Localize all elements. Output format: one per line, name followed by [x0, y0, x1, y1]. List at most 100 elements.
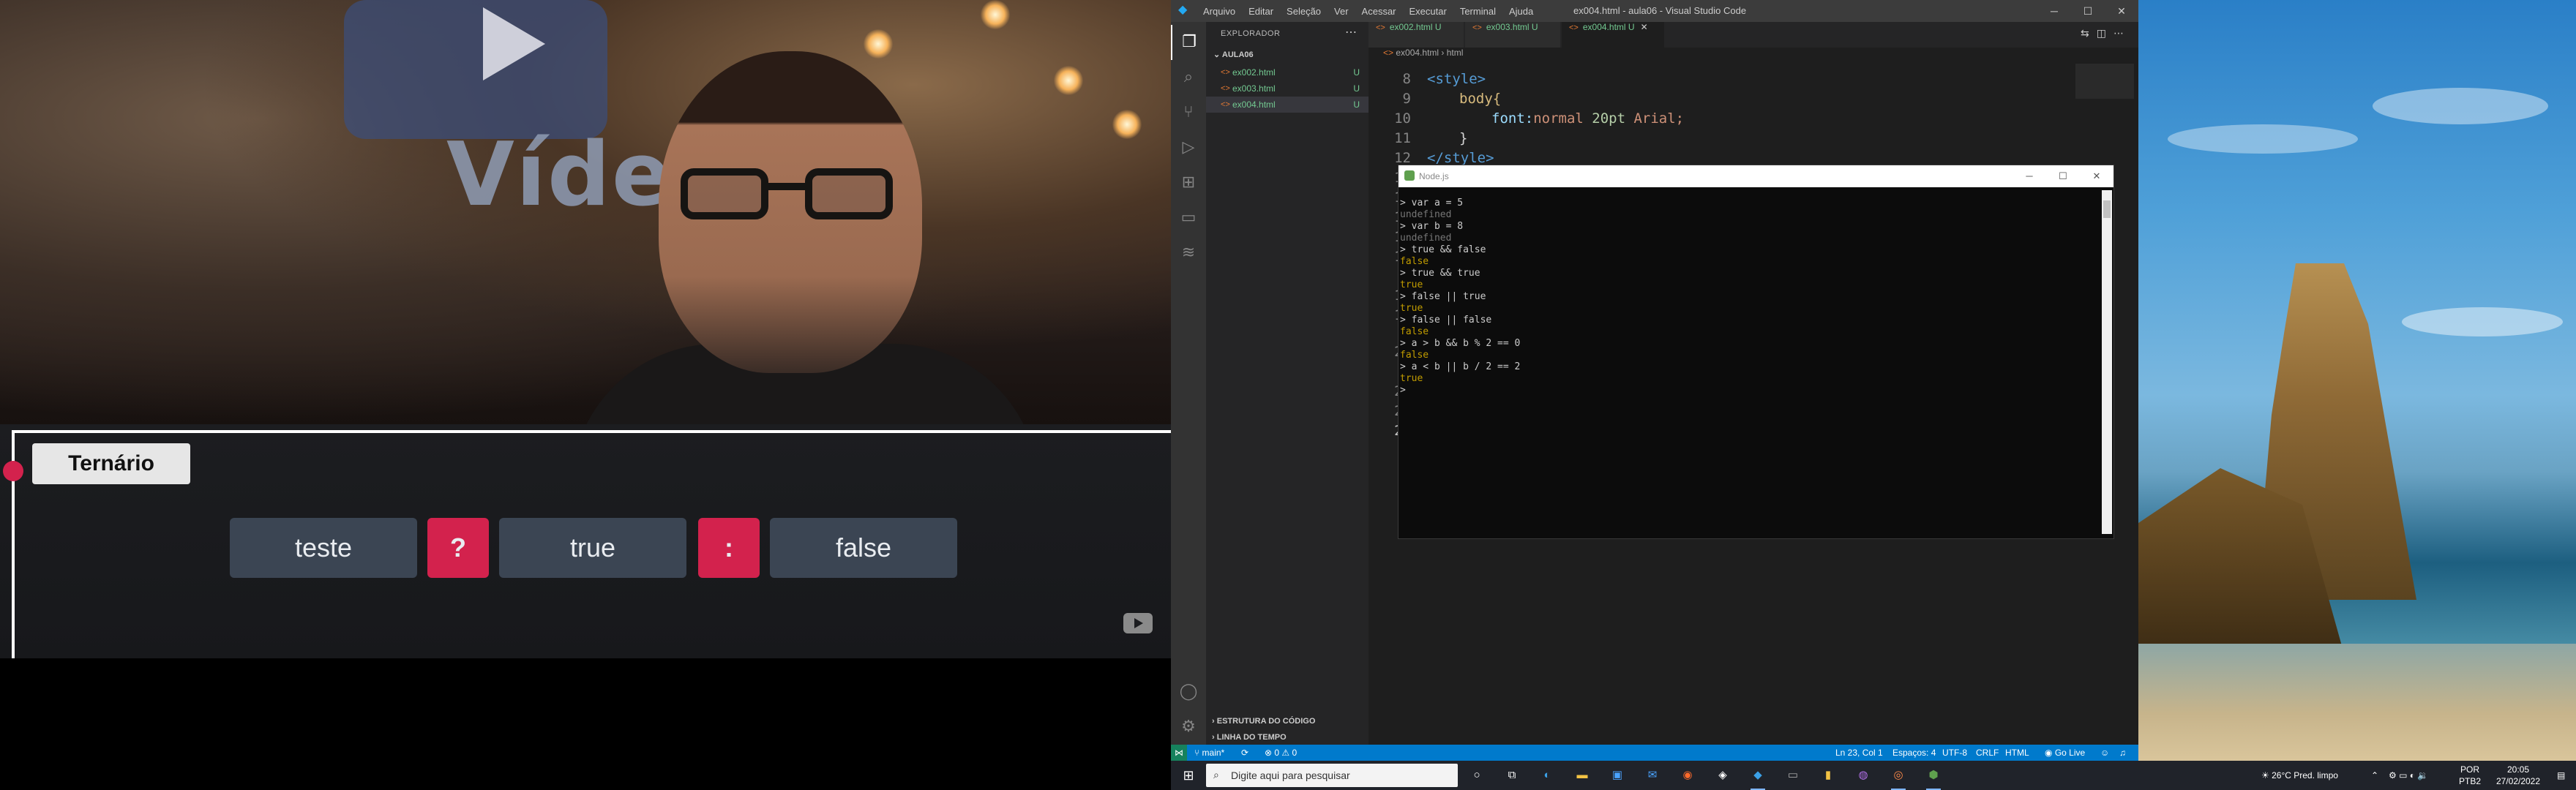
mail-icon[interactable]: ✉ [1642, 765, 1663, 786]
lamp-bulb-icon [1112, 110, 1142, 139]
notifications-bell-icon[interactable]: ♫ [2119, 745, 2126, 761]
system-tray: ☀ 26°C Pred. limpo ⌃ ⚙ ▭ ◐ 🔉 POR PTB2 20:… [2261, 761, 2576, 790]
nodejs-console-window[interactable]: Node.js ─ ☐ ✕ > var a = 5 undefined > var … [1398, 165, 2114, 539]
sync-icon[interactable]: ⟳ [1241, 745, 1248, 761]
html-file-icon: <> [1472, 23, 1482, 32]
wallpaper-cloud [2373, 88, 2548, 124]
language-mode[interactable]: HTML [2005, 745, 2029, 761]
console-line: undefined [1400, 209, 1452, 220]
node-minimize-icon[interactable]: ─ [2012, 165, 2046, 187]
breadcrumb-symbol[interactable]: html [1447, 48, 1464, 58]
node-maximize-icon[interactable]: ☐ [2046, 165, 2080, 187]
tab-ex002[interactable]: <> ex002.html U [1368, 22, 1464, 48]
node-title-bar[interactable]: Node.js ─ ☐ ✕ [1399, 165, 2113, 187]
encoding[interactable]: UTF-8 [1942, 745, 1967, 761]
menu-executar[interactable]: Executar [1409, 6, 1447, 17]
app-icon[interactable]: ◈ [1712, 765, 1733, 786]
console-line: > true && true [1400, 268, 1480, 279]
git-branch[interactable]: ⑂ main* [1194, 745, 1224, 761]
run-debug-icon[interactable]: ▷ [1171, 130, 1206, 165]
html-file-icon: <> [1221, 68, 1230, 77]
file-explorer-icon[interactable]: ▬ [1572, 765, 1592, 786]
html-file-icon: <> [1221, 100, 1230, 109]
go-live-button[interactable]: ◉ Go Live [2045, 745, 2085, 761]
video-frame[interactable]: Vídeo [0, 0, 1171, 424]
tab-ex003[interactable]: <> ex003.html U [1465, 22, 1560, 48]
file-ex002[interactable]: <> ex002.html U [1206, 64, 1368, 80]
console-scrollbar[interactable] [2102, 190, 2112, 534]
line-ending[interactable]: CRLF [1976, 745, 1999, 761]
overlay-divider [12, 430, 1171, 433]
maximize-icon[interactable]: ☐ [2071, 0, 2105, 22]
docker-icon[interactable]: ≋ [1171, 236, 1206, 271]
lamp-bulb-icon [981, 0, 1010, 29]
store-icon[interactable]: ▣ [1607, 765, 1628, 786]
code-line-11: } [1459, 130, 1468, 146]
terminal-icon[interactable]: ▭ [1783, 765, 1803, 786]
file-ex004[interactable]: <> ex004.html U [1206, 97, 1368, 113]
html-file-icon: <> [1221, 84, 1230, 93]
console-line: false [1400, 256, 1429, 267]
nodejs-taskbar-icon[interactable]: ⬢ [1923, 765, 1944, 790]
search-icon[interactable]: ⌕ [1171, 60, 1206, 95]
vscode-taskbar-icon[interactable]: ◆ [1748, 765, 1768, 790]
remote-indicator-icon[interactable]: ⋈ [1171, 745, 1187, 761]
settings-gear-icon[interactable]: ⚙ [1171, 710, 1206, 745]
task-view-icon[interactable]: ⧉ [1502, 765, 1522, 786]
breadcrumb-file[interactable]: ex004.html [1396, 48, 1439, 58]
scrollbar-thumb[interactable] [2103, 200, 2111, 218]
feedback-icon[interactable]: ☺ [2100, 745, 2109, 761]
edge-icon[interactable]: ◐ [1537, 765, 1557, 786]
video-player[interactable]: Vídeo Ternário teste ? true : false [0, 0, 1171, 790]
cursor-position[interactable]: Ln 23, Col 1 [1835, 745, 1883, 761]
menu-editar[interactable]: Editar [1248, 6, 1273, 17]
desktop-wallpaper[interactable] [2138, 0, 2576, 761]
chrome-icon[interactable]: ◎ [1888, 765, 1909, 790]
obs-icon[interactable]: ◍ [1853, 765, 1873, 786]
console-line: > [1400, 385, 1406, 396]
firefox-icon[interactable]: ◉ [1677, 765, 1698, 786]
line-number: 12 [1394, 150, 1411, 166]
outline-section[interactable]: › ESTRUTURA DO CÓDIGO [1212, 717, 1315, 726]
editor-tabs: <> ex002.html U <> ex003.html U <> ex004.ht… [1368, 22, 2138, 48]
tab-ex004[interactable]: <> ex004.html U ✕ [1562, 22, 1664, 48]
remote-explorer-icon[interactable]: ▭ [1171, 200, 1206, 236]
input-language[interactable]: POR PTB2 [2444, 764, 2496, 787]
indentation[interactable]: Espaços: 4 [1892, 745, 1936, 761]
problems-count[interactable]: ⊗ 0 ⚠ 0 [1265, 745, 1297, 761]
tray-expand-icon[interactable]: ⌃ [2371, 761, 2378, 790]
menu-ver[interactable]: Ver [1334, 6, 1349, 17]
youtube-icon[interactable] [1123, 613, 1153, 633]
editor-actions[interactable]: ⇆◫⋯ [2081, 28, 2131, 40]
notification-center-icon[interactable]: ▤ [2557, 761, 2565, 790]
menu-ajuda[interactable]: Ajuda [1509, 6, 1533, 17]
timeline-section[interactable]: › LINHA DO TEMPO [1212, 733, 1287, 742]
powerbi-icon[interactable]: ▮ [1818, 765, 1838, 786]
close-tab-icon[interactable]: ✕ [1641, 22, 1648, 32]
extensions-icon[interactable]: ⊞ [1171, 165, 1206, 200]
taskbar-search-box[interactable]: ⌕ Digite aqui para pesquisar [1206, 764, 1458, 787]
clock[interactable]: 20:05 27/02/2022 [2493, 764, 2544, 787]
more-actions-icon[interactable]: ⋯ [1345, 25, 1357, 40]
windows-start-icon[interactable]: ⊞ [1171, 761, 1206, 790]
explorer-icon[interactable]: ❐ [1171, 25, 1206, 60]
source-control-icon[interactable]: ⑂ [1171, 95, 1206, 130]
menu-terminal[interactable]: Terminal [1460, 6, 1496, 17]
status-bar: ⋈ ⑂ main* ⟳ ⊗ 0 ⚠ 0 Ln 23, Col 1 Espaços… [1171, 745, 2138, 761]
tray-icons[interactable]: ⚙ ▭ ◐ 🔉 [2389, 761, 2428, 790]
node-close-icon[interactable]: ✕ [2080, 165, 2113, 187]
cortana-icon[interactable]: ○ [1467, 765, 1487, 786]
minimap[interactable] [2075, 64, 2134, 99]
minimize-icon[interactable]: ─ [2037, 0, 2071, 22]
menu-acessar[interactable]: Acessar [1362, 6, 1396, 17]
weather-widget[interactable]: ☀ 26°C Pred. limpo [2261, 761, 2338, 790]
menu-arquivo[interactable]: Arquivo [1203, 6, 1235, 17]
console-line: true [1400, 279, 1423, 290]
explorer-sidebar: EXPLORADOR ⋯ ⌄ AULA06 <> ex002.html U <>… [1206, 22, 1368, 745]
folder-aula06[interactable]: ⌄ AULA06 [1213, 50, 1254, 59]
file-ex003[interactable]: <> ex003.html U [1206, 80, 1368, 97]
console-output[interactable]: > var a = 5 undefined > var b = 8 undefined… [1400, 198, 1520, 396]
close-icon[interactable]: ✕ [2105, 0, 2138, 22]
account-icon[interactable]: ◯ [1171, 674, 1206, 710]
menu-selecao[interactable]: Seleção [1287, 6, 1321, 17]
